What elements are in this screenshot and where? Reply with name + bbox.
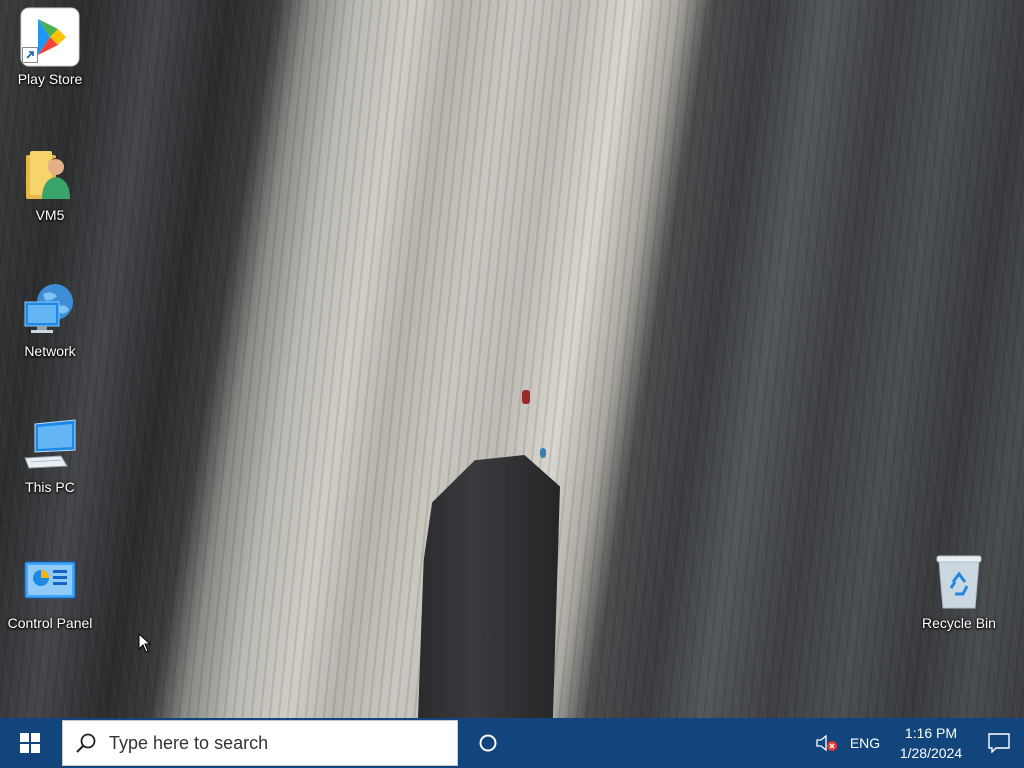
desktop-icon-control-panel[interactable]: Control Panel [0,549,100,631]
wallpaper-climber [540,448,546,458]
desktop: Play Store VM5 Network This PC Control P… [0,0,1024,718]
desktop-icon-label: Network [24,343,76,359]
desktop-icon-label: This PC [25,479,75,495]
desktop-icon-recycle-bin[interactable]: Recycle Bin [909,549,1009,631]
windows-start-icon [20,733,40,753]
action-center-icon [988,733,1010,753]
desktop-icon-play-store[interactable]: Play Store [0,5,100,87]
desktop-icon-this-pc[interactable]: This PC [0,413,100,495]
system-tray: ENG 1:16 PM 1/28/2024 [812,718,1024,768]
shortcut-arrow-icon [22,47,38,63]
clock-time: 1:16 PM [904,725,958,741]
start-button[interactable] [0,718,60,768]
action-center-button[interactable] [974,718,1024,768]
cortana-icon [479,734,497,752]
clock[interactable]: 1:16 PM 1/28/2024 [888,718,974,768]
volume-button[interactable] [812,718,842,768]
user-folder-icon [18,141,82,205]
desktop-icon-label: Play Store [17,71,83,87]
desktop-icon-vm5[interactable]: VM5 [0,141,100,223]
search-icon [63,732,109,754]
network-icon [18,277,82,341]
this-pc-icon [18,413,82,477]
desktop-icon-label: VM5 [35,207,65,223]
play-store-icon [18,5,82,69]
clock-date: 1/28/2024 [899,745,963,761]
desktop-icon-label: Control Panel [7,615,93,631]
control-panel-icon [18,549,82,613]
cortana-button[interactable] [458,718,518,768]
taskbar-search-box[interactable]: Type here to search [62,720,458,766]
desktop-icon-network[interactable]: Network [0,277,100,359]
volume-muted-icon [816,734,837,752]
taskbar: Type here to search ENG 1:16 PM 1/28/202… [0,718,1024,768]
search-placeholder: Type here to search [109,732,269,753]
wallpaper-climber [522,390,530,404]
recycle-bin-icon [927,549,991,613]
language-indicator[interactable]: ENG [842,718,888,768]
desktop-icon-label: Recycle Bin [922,615,996,631]
